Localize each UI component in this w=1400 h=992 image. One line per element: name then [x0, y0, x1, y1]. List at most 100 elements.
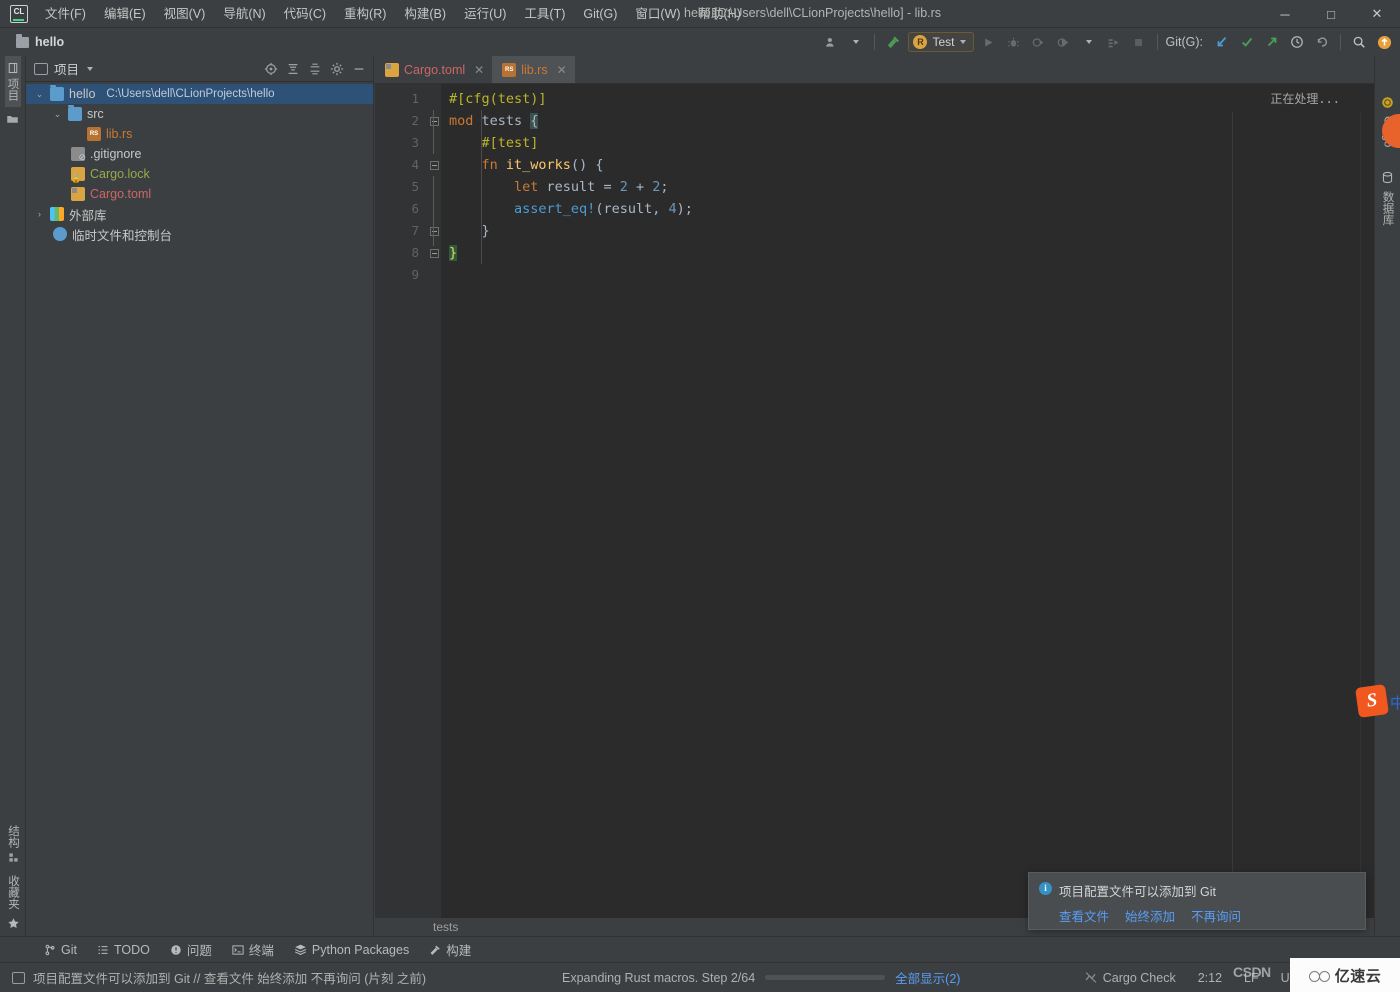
tool-window-todo[interactable]: TODO — [87, 941, 160, 959]
tool-window-terminal[interactable]: 终端 — [222, 938, 284, 961]
chevron-collapsed-icon[interactable]: › — [34, 209, 45, 219]
tool-window-python-packages-label: Python Packages — [311, 942, 410, 957]
chevron-expanded-icon[interactable]: ⌄ — [52, 109, 63, 120]
status-message-area[interactable]: 项目配置文件可以添加到 Git // 查看文件 始终添加 不再询问 (片刻 之前… — [0, 968, 426, 987]
tree-item-cargo-lock[interactable]: Cargo.lock — [26, 164, 373, 184]
commit-folder-icon — [7, 116, 18, 123]
tool-window-build[interactable]: 构建 — [419, 938, 481, 961]
project-icon — [34, 62, 48, 75]
caret-position[interactable]: 2:12 — [1194, 969, 1226, 987]
chevron-down-icon[interactable] — [87, 66, 94, 71]
fold-marker-end-fn[interactable] — [427, 220, 441, 242]
tab-lib-rs[interactable]: lib.rs ✕ — [492, 56, 576, 83]
run-with-coverage-icon[interactable] — [1027, 31, 1051, 53]
line-separator[interactable]: LF — [1240, 969, 1263, 987]
build-hammer-icon[interactable] — [881, 31, 905, 53]
scroll-from-source-icon[interactable] — [261, 59, 281, 79]
git-history-icon[interactable] — [1285, 31, 1309, 53]
breadcrumb-tests[interactable]: tests — [433, 920, 458, 934]
editor-scrollbar[interactable] — [1360, 112, 1374, 964]
line-number: 3 — [411, 135, 419, 150]
settings-gear-icon[interactable] — [327, 59, 347, 79]
right-margin-guide — [1232, 112, 1233, 936]
notification-link-view-files[interactable]: 查看文件 — [1059, 906, 1109, 925]
progress-label: Expanding Rust macros. Step 2/64 — [562, 970, 756, 985]
tool-window-problems[interactable]: 问题 — [160, 938, 222, 961]
menu-item-refactor[interactable]: 重构(R) — [335, 3, 395, 25]
run-configuration-selector[interactable]: Test — [908, 32, 974, 52]
git-rollback-icon[interactable] — [1310, 31, 1334, 53]
menu-item-file[interactable]: 文件(F) — [36, 3, 95, 25]
cargo-check-indicator[interactable]: Cargo Check — [1080, 969, 1180, 987]
event-log-icon[interactable] — [12, 971, 25, 984]
menu-item-git[interactable]: Git(G) — [574, 3, 626, 25]
sidebar-item-commit[interactable] — [6, 107, 19, 131]
sidebar-item-database[interactable]: 数据库 — [1380, 165, 1396, 232]
git-push-icon[interactable] — [1260, 31, 1284, 53]
window-controls: ─ □ ✕ — [1262, 0, 1400, 28]
close-button[interactable]: ✕ — [1354, 0, 1400, 28]
menu-item-build[interactable]: 构建(B) — [395, 3, 455, 25]
fold-marker-it-works[interactable] — [427, 154, 441, 176]
notification-link-dont-ask[interactable]: 不再询问 — [1191, 906, 1241, 925]
run-icon[interactable] — [977, 31, 1001, 53]
menu-item-navigate[interactable]: 导航(N) — [214, 3, 274, 25]
tree-item-lib-rs[interactable]: lib.rs — [26, 124, 373, 144]
git-update-icon[interactable] — [1210, 31, 1234, 53]
title-bar: 文件(F) 编辑(E) 视图(V) 导航(N) 代码(C) 重构(R) 构建(B… — [0, 0, 1400, 28]
sidebar-item-project[interactable]: 项目 — [4, 56, 21, 107]
tree-item-src[interactable]: ⌄ src — [26, 104, 373, 124]
show-all-tasks-link[interactable]: 全部显示(2) — [895, 968, 960, 987]
profile-dropdown-icon[interactable] — [1077, 31, 1101, 53]
menu-item-window[interactable]: 窗口(W) — [626, 3, 689, 25]
tool-window-python-packages[interactable]: Python Packages — [284, 941, 419, 959]
tree-item-gitignore[interactable]: .gitignore — [26, 144, 373, 164]
tree-item-external-libraries[interactable]: › 外部库 — [26, 204, 373, 224]
user-account-dropdown-icon[interactable] — [844, 31, 868, 53]
menu-item-code[interactable]: 代码(C) — [275, 3, 335, 25]
maximize-button[interactable]: □ — [1308, 0, 1354, 28]
search-everywhere-icon[interactable] — [1347, 31, 1371, 53]
folder-icon — [50, 85, 64, 101]
cargo-toml-icon — [71, 187, 85, 201]
close-icon[interactable]: ✕ — [474, 63, 484, 77]
tree-item-label: lib.rs — [106, 127, 133, 141]
updates-available-icon[interactable] — [1372, 31, 1396, 53]
code-line-3: #[test] — [449, 135, 539, 151]
chevron-expanded-icon[interactable]: ⌄ — [34, 89, 45, 100]
user-account-icon[interactable] — [819, 31, 843, 53]
breadcrumb-project-label: hello — [35, 35, 65, 49]
breadcrumb[interactable]: hello — [16, 33, 65, 49]
tab-cargo-toml[interactable]: Cargo.toml ✕ — [375, 56, 492, 83]
tool-window-git[interactable]: Git — [34, 941, 87, 959]
hide-panel-icon[interactable] — [349, 59, 369, 79]
attach-to-process-icon[interactable] — [1102, 31, 1126, 53]
profile-icon[interactable] — [1052, 31, 1076, 53]
close-icon[interactable]: ✕ — [557, 63, 567, 77]
stop-icon[interactable] — [1127, 31, 1151, 53]
menu-item-edit[interactable]: 编辑(E) — [95, 3, 155, 25]
left-rail-top-group: 项目 — [0, 56, 25, 131]
menu-item-view[interactable]: 视图(V) — [155, 3, 215, 25]
code-editor[interactable]: 1 2 3 4 5 6 7 8 9 #[cfg(test)] mod tests… — [375, 84, 1374, 964]
debug-icon[interactable] — [1002, 31, 1026, 53]
notification-link-always-add[interactable]: 始终添加 — [1125, 906, 1175, 925]
minimize-button[interactable]: ─ — [1262, 0, 1308, 28]
fold-marker-end-mod[interactable] — [427, 242, 441, 264]
menu-item-run[interactable]: 运行(U) — [455, 3, 515, 25]
rust-file-icon — [502, 62, 517, 77]
expand-all-icon[interactable] — [305, 59, 325, 79]
collapse-all-icon[interactable] — [283, 59, 303, 79]
tree-item-hello[interactable]: ⌄ hello C:\Users\dell\CLionProjects\hell… — [26, 84, 373, 104]
source-code[interactable]: #[cfg(test)] mod tests { #[test] fn it_w… — [441, 84, 1374, 936]
tree-item-label: Cargo.lock — [90, 167, 150, 181]
tree-item-scratches[interactable]: 临时文件和控制台 — [26, 224, 373, 244]
menu-item-tools[interactable]: 工具(T) — [515, 3, 574, 25]
favorites-star-icon[interactable] — [7, 915, 20, 932]
git-commit-icon[interactable] — [1235, 31, 1259, 53]
sidebar-item-favorites[interactable]: 收藏夹 — [5, 869, 21, 916]
fold-marker-mod-tests[interactable] — [427, 110, 441, 132]
sidebar-item-structure[interactable]: 结构 — [5, 819, 21, 869]
tree-item-cargo-toml[interactable]: Cargo.toml — [26, 184, 373, 204]
line-number: 9 — [411, 267, 419, 282]
